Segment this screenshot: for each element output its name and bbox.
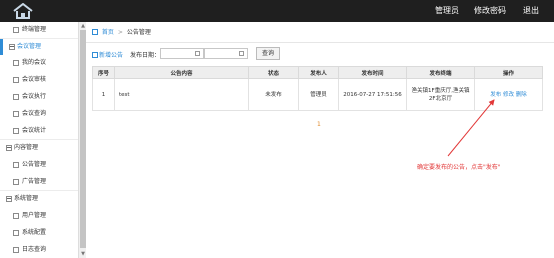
sidebar-item-label: 系统配置 — [22, 229, 47, 236]
sidebar-item-label: 会议管理 — [17, 43, 42, 50]
sidebar-item-meeting-statistics[interactable]: 会议统计 — [0, 123, 78, 139]
logout-link[interactable]: 退出 — [523, 6, 539, 16]
main-content: 首页 > 公告管理 新增公告 发布日期： - 查询 序号 公告内容 状态 发 — [86, 22, 554, 258]
sidebar-item-label: 系统管理 — [14, 195, 39, 202]
top-bar: 管理员 修改密码 退出 — [0, 0, 554, 22]
menu-item-icon — [13, 230, 19, 236]
sidebar-item-label: 终端管理 — [22, 26, 47, 33]
sidebar-item-announcement-management[interactable]: 公告管理 — [0, 157, 78, 173]
menu-item-icon — [13, 60, 19, 66]
menu-item-icon — [13, 247, 19, 253]
annotation-arrow — [447, 99, 495, 157]
menu-item-icon — [13, 213, 19, 219]
menu-item-icon — [13, 128, 19, 134]
sidebar-group-system-management[interactable]: 系统管理 — [0, 191, 78, 207]
sidebar-scrollbar[interactable]: ▲ ▼ — [78, 22, 86, 258]
sidebar: 终端管理 会议管理 我的会议 会议审核 会议执行 会议查询 会议统计 内容管理 … — [0, 22, 86, 258]
collapse-icon — [9, 44, 15, 50]
annotation-text: 确定要发布的公告，点击"发布" — [417, 164, 501, 171]
sidebar-item-label: 会议执行 — [22, 93, 47, 100]
sidebar-item-label: 会议查询 — [22, 110, 47, 117]
admin-link[interactable]: 管理员 — [435, 6, 459, 16]
house-logo-icon — [13, 3, 33, 19]
collapse-icon — [6, 196, 12, 202]
menu-item-icon — [13, 111, 19, 117]
sidebar-item-meeting-query[interactable]: 会议查询 — [0, 106, 78, 122]
menu-item-icon — [13, 27, 19, 33]
change-password-link[interactable]: 修改密码 — [474, 6, 506, 16]
collapse-icon — [6, 145, 12, 151]
sidebar-item-system-config[interactable]: 系统配置 — [0, 225, 78, 241]
sidebar-item-label: 我的会议 — [22, 59, 47, 66]
menu-item-icon — [13, 162, 19, 168]
menu-item-icon — [13, 77, 19, 83]
scroll-up-icon[interactable]: ▲ — [79, 22, 86, 30]
scroll-down-icon[interactable]: ▼ — [79, 250, 86, 258]
sidebar-item-log-query[interactable]: 日志查询 — [0, 242, 78, 258]
sidebar-item-ad-management[interactable]: 广告管理 — [0, 174, 78, 190]
menu-item-icon — [13, 179, 19, 185]
sidebar-item-label: 日志查询 — [22, 246, 47, 253]
sidebar-item-meeting-execution[interactable]: 会议执行 — [0, 89, 78, 105]
sidebar-item-label: 公告管理 — [22, 161, 47, 168]
sidebar-group-content-management[interactable]: 内容管理 — [0, 140, 78, 156]
sidebar-item-meeting-review[interactable]: 会议审核 — [0, 72, 78, 88]
sidebar-item-label: 内容管理 — [14, 144, 39, 151]
sidebar-item-label: 用户管理 — [22, 212, 47, 219]
menu-item-icon — [13, 94, 19, 100]
sidebar-item-user-management[interactable]: 用户管理 — [0, 208, 78, 224]
sidebar-item-terminal-management[interactable]: 终端管理 — [0, 22, 78, 38]
sidebar-item-my-meetings[interactable]: 我的会议 — [0, 55, 78, 71]
sidebar-item-label: 广告管理 — [22, 178, 47, 185]
sidebar-item-label: 会议统计 — [22, 127, 47, 134]
sidebar-item-label: 会议审核 — [22, 76, 47, 83]
sidebar-group-meeting-management[interactable]: 会议管理 — [0, 39, 78, 55]
